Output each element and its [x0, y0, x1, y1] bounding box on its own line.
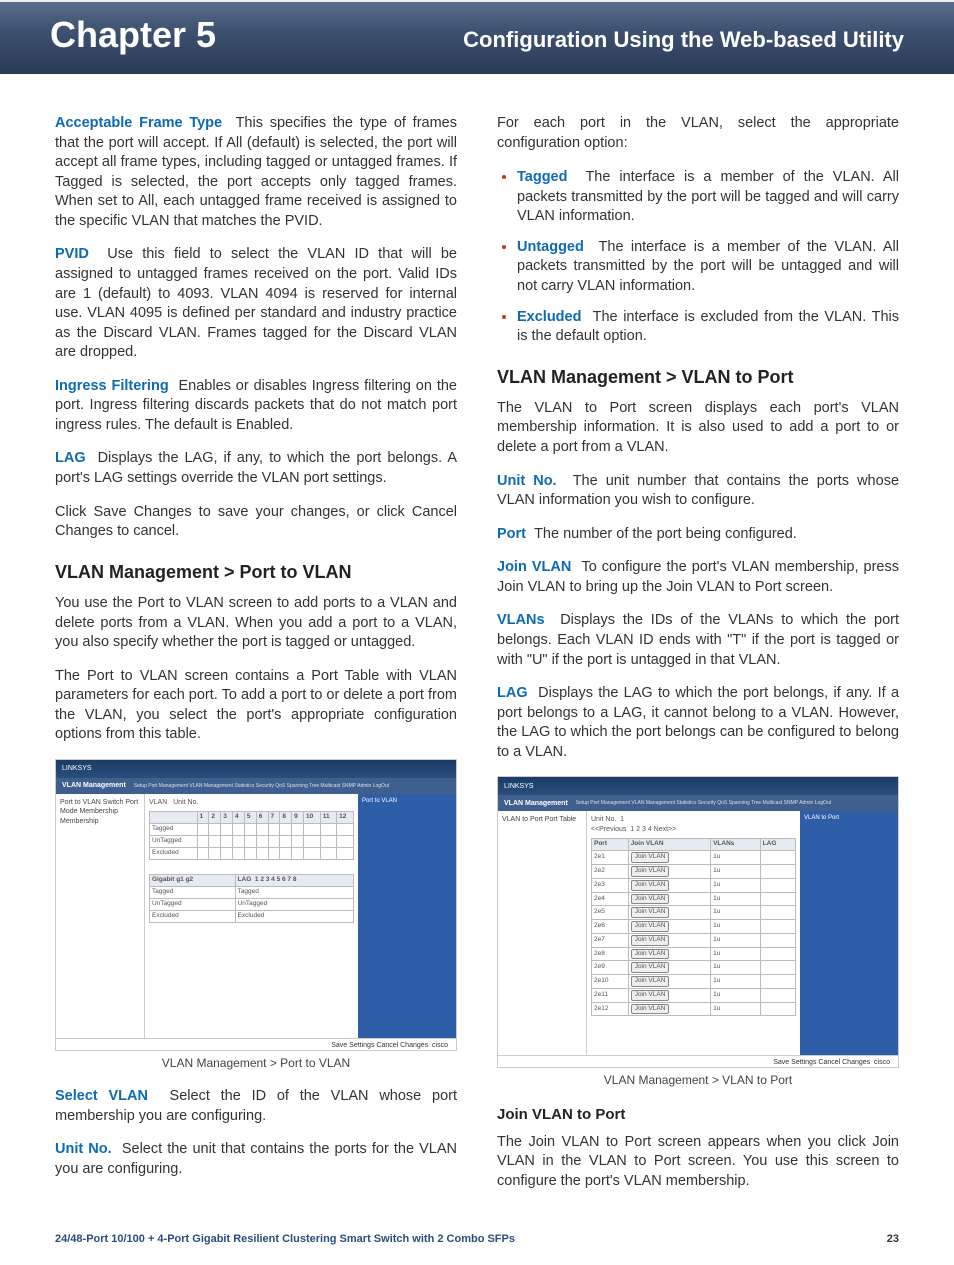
para-lag-right: LAG Displays the LAG to which the port b… — [497, 684, 899, 762]
figure-port-to-vlan: LINKSYS VLAN Management Setup Port Manag… — [55, 759, 457, 1051]
term-aft: Acceptable Frame Type — [55, 115, 222, 131]
fig2-center: Unit No. 1 <<Previous 1 2 3 4 Next>> Por… — [587, 811, 800, 1055]
term-excluded: Excluded — [517, 309, 581, 325]
heading-vlan-to-port: VLAN Management > VLAN to Port — [497, 365, 899, 389]
opt-excluded: Excluded The interface is excluded from … — [517, 307, 899, 347]
term-lag-right: LAG — [497, 685, 528, 701]
para-join: The Join VLAN to Port screen appears whe… — [497, 1133, 899, 1192]
para-unitno-right: Unit No. The unit number that contains t… — [497, 472, 899, 511]
term-untagged: Untagged — [517, 239, 584, 255]
term-tagged: Tagged — [517, 169, 567, 185]
fig2-section: VLAN Management — [504, 799, 568, 808]
heading-join-vlan: Join VLAN to Port — [497, 1105, 899, 1125]
term-vlans: VLANs — [497, 612, 545, 628]
chapter-label: Chapter 5 — [50, 14, 216, 56]
fig2-caption: VLAN Management > VLAN to Port — [497, 1072, 899, 1088]
term-lag: LAG — [55, 450, 86, 466]
opt-untagged: Untagged The interface is a member of th… — [517, 237, 899, 297]
text-lag-right: Displays the LAG to which the port belon… — [497, 685, 899, 760]
term-joinvlan: Join VLAN — [497, 559, 571, 575]
fig2-tabs: Setup Port Management VLAN Management St… — [576, 800, 831, 807]
right-column: For each port in the VLAN, select the ap… — [497, 114, 899, 1205]
fig2-help: VLAN to Port — [800, 811, 898, 1055]
term-ingress: Ingress Filtering — [55, 378, 169, 394]
text-vlans: Displays the IDs of the VLANs to which t… — [497, 612, 899, 667]
para-intro: For each port in the VLAN, select the ap… — [497, 114, 899, 153]
figure-vlan-to-port: LINKSYS VLAN Management Setup Port Manag… — [497, 776, 899, 1068]
opt-tagged: Tagged The interface is a member of the … — [517, 167, 899, 227]
text-aft: This specifies the type of frames that t… — [55, 115, 457, 229]
fig2-main: Unit No. 1 <<Previous 1 2 3 4 Next>> Por… — [587, 811, 898, 1055]
text-unitno-right: The unit number that contains the ports … — [497, 473, 899, 509]
para-save: Click Save Changes to save your changes,… — [55, 503, 457, 542]
heading-port-to-vlan: VLAN Management > Port to VLAN — [55, 560, 457, 584]
fig-heading-row: VLAN Management Setup Port Management VL… — [56, 778, 456, 794]
text-lag: Displays the LAG, if any, to which the p… — [55, 450, 457, 486]
para-ingress: Ingress Filtering Enables or disables In… — [55, 377, 457, 436]
fig-lag-grid: Gigabit g1 g2LAG 1 2 3 4 5 6 7 8 TaggedT… — [149, 874, 354, 923]
fig-brand: LINKSYS — [56, 760, 456, 778]
text-tagged: The interface is a member of the VLAN. A… — [517, 169, 899, 224]
para-ptov2: The Port to VLAN screen contains a Port … — [55, 667, 457, 745]
page: Chapter 5 Configuration Using the Web-ba… — [0, 0, 954, 1265]
chapter-title: Configuration Using the Web-based Utilit… — [463, 27, 904, 53]
fig2-port-table: PortJoin VLANVLANsLAG 2e1Join VLAN1u 2e2… — [591, 838, 796, 1016]
fig2-brand: LINKSYS — [498, 777, 898, 795]
para-aft: Acceptable Frame Type This specifies the… — [55, 114, 457, 231]
para-ptov1: You use the Port to VLAN screen to add p… — [55, 594, 457, 653]
text-port: The number of the port being configured. — [534, 526, 797, 542]
fig2-cisco: cisco — [874, 1059, 890, 1066]
page-number: 23 — [887, 1233, 899, 1245]
fig2-sidebar: VLAN to Port Port Table — [498, 811, 587, 1055]
term-port: Port — [497, 526, 526, 542]
term-pvid: PVID — [55, 246, 89, 262]
fig2-footer: Save Settings Cancel Changes cisco — [498, 1055, 898, 1068]
fig1-caption: VLAN Management > Port to VLAN — [55, 1055, 457, 1071]
text-pvid: Use this field to select the VLAN ID tha… — [55, 246, 457, 360]
term-selectvlan: Select VLAN — [55, 1088, 148, 1104]
para-vlans: VLANs Displays the IDs of the VLANs to w… — [497, 611, 899, 670]
fig-body: Port to VLAN Switch Port Mode Membership… — [56, 794, 456, 1038]
term-unitno-left: Unit No. — [55, 1141, 112, 1157]
para-lag: LAG Displays the LAG, if any, to which t… — [55, 449, 457, 488]
chapter-banner: Chapter 5 Configuration Using the Web-ba… — [0, 0, 954, 74]
fig-help: Port to VLAN — [358, 794, 456, 1038]
para-joinvlan: Join VLAN To configure the port's VLAN m… — [497, 558, 899, 597]
page-footer: 24/48-Port 10/100 + 4-Port Gigabit Resil… — [0, 1225, 954, 1265]
footer-title: 24/48-Port 10/100 + 4-Port Gigabit Resil… — [55, 1233, 515, 1245]
fig-tabs: Setup Port Management VLAN Management St… — [134, 783, 389, 790]
fig2-save: Save Settings Cancel Changes — [773, 1059, 870, 1066]
para-unitno-left: Unit No. Select the unit that contains t… — [55, 1140, 457, 1179]
content-columns: Acceptable Frame Type This specifies the… — [0, 74, 954, 1225]
left-column: Acceptable Frame Type This specifies the… — [55, 114, 457, 1205]
fig-footer: Save Settings Cancel Changes cisco — [56, 1038, 456, 1051]
fig-center: VLAN Unit No. 123456789101112 Tagged UnT… — [145, 794, 358, 1038]
para-vtop1: The VLAN to Port screen displays each po… — [497, 399, 899, 458]
fig-section: VLAN Management — [62, 781, 126, 790]
para-pvid: PVID Use this field to select the VLAN I… — [55, 245, 457, 362]
fig-cisco: cisco — [432, 1042, 448, 1049]
fig2-heading-row: VLAN Management Setup Port Management VL… — [498, 795, 898, 811]
fig-sidebar: Port to VLAN Switch Port Mode Membership… — [56, 794, 145, 1038]
text-unitno-left: Select the unit that contains the ports … — [55, 1141, 457, 1177]
para-port: Port The number of the port being config… — [497, 525, 899, 545]
fig2-body: VLAN to Port Port Table Unit No. 1 <<Pre… — [498, 811, 898, 1055]
options-list: Tagged The interface is a member of the … — [497, 167, 899, 347]
fig-port-grid: 123456789101112 Tagged UnTagged Excluded — [149, 811, 354, 860]
fig-main: VLAN Unit No. 123456789101112 Tagged UnT… — [145, 794, 456, 1038]
term-unitno-right: Unit No. — [497, 473, 557, 489]
para-selectvlan: Select VLAN Select the ID of the VLAN wh… — [55, 1087, 457, 1126]
fig-save: Save Settings Cancel Changes — [331, 1042, 428, 1049]
